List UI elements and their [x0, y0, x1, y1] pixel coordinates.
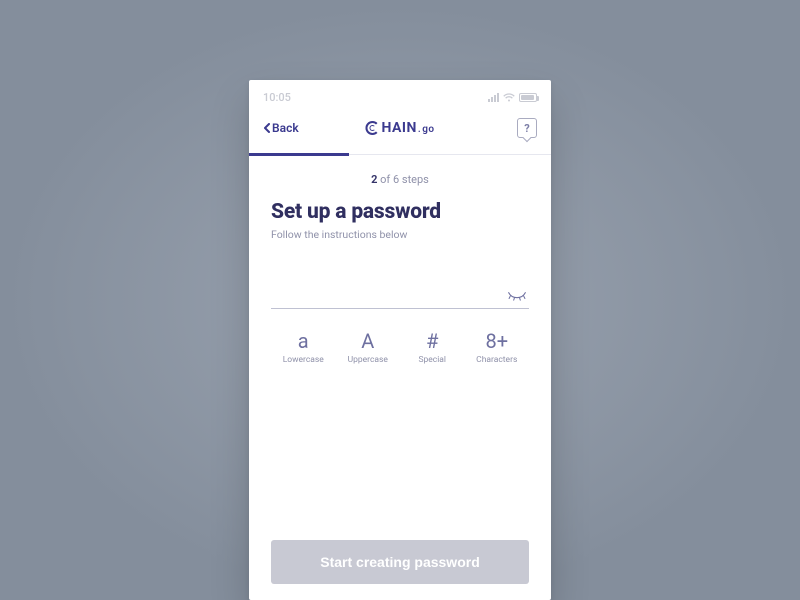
password-field-wrapper	[271, 283, 529, 309]
req-length: 8+ Characters	[465, 331, 530, 365]
phone-frame: 10:05 Back HAIN . go ? 2 of 6 ste	[249, 80, 551, 600]
step-indicator: 2 of 6 steps	[249, 173, 551, 186]
logo-main-text: HAIN	[381, 120, 416, 136]
toggle-visibility-button[interactable]	[507, 290, 527, 302]
status-time: 10:05	[263, 91, 291, 104]
req-lowercase: a Lowercase	[271, 331, 336, 365]
logo-suffix-text: go	[422, 124, 434, 135]
req-uppercase: A Uppercase	[336, 331, 401, 365]
signal-icon	[488, 93, 499, 102]
logo-c-icon	[365, 121, 379, 135]
app-header: Back HAIN . go ?	[249, 112, 551, 144]
page-title: Set up a password	[271, 200, 529, 224]
battery-icon	[519, 93, 537, 102]
password-input[interactable]	[271, 283, 501, 308]
wifi-icon	[503, 93, 515, 102]
page-subtitle: Follow the instructions below	[271, 228, 529, 241]
back-button[interactable]: Back	[263, 121, 299, 135]
app-logo: HAIN . go	[365, 120, 434, 136]
password-requirements: a Lowercase A Uppercase # Special 8+ Cha…	[271, 331, 529, 365]
req-special: # Special	[400, 331, 465, 365]
help-button[interactable]: ?	[517, 118, 537, 138]
status-indicators	[488, 93, 537, 102]
status-bar: 10:05	[249, 86, 551, 108]
progress-bar	[249, 154, 551, 155]
help-icon: ?	[524, 122, 529, 135]
back-label: Back	[272, 121, 299, 135]
progress-fill	[249, 153, 349, 156]
chevron-left-icon	[263, 123, 270, 133]
eye-closed-icon	[507, 290, 527, 302]
start-creating-password-button[interactable]: Start creating password	[271, 540, 529, 584]
